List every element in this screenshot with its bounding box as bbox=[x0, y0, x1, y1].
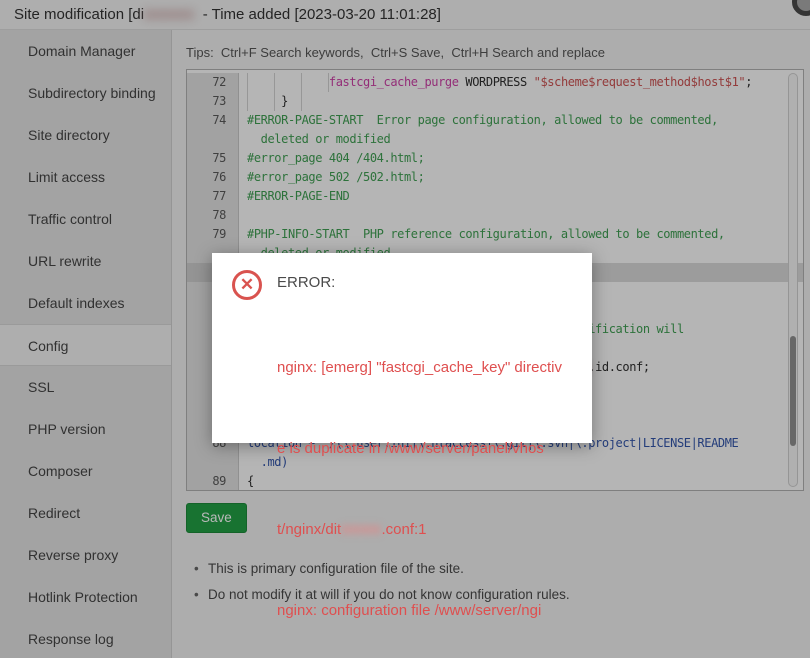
error-dialog: ✕ ERROR: nginx: [emerg] "fastcgi_cache_k… bbox=[212, 253, 592, 619]
error-line: t/nginx/dit■■■■.conf:1 bbox=[277, 521, 427, 538]
error-line: nginx: [emerg] "fastcgi_cache_key" direc… bbox=[277, 359, 562, 376]
error-dialog-message: nginx: [emerg] "fastcgi_cache_key" direc… bbox=[277, 300, 562, 658]
error-line: e is duplicate in /www/server/panel/vhos bbox=[277, 440, 544, 457]
error-redacted-text: ■■■■ bbox=[341, 521, 382, 538]
x-circle-icon: ✕ bbox=[232, 270, 262, 300]
error-dialog-title: ERROR: bbox=[277, 274, 336, 291]
error-line: nginx: configuration file /www/server/ng… bbox=[277, 602, 542, 619]
